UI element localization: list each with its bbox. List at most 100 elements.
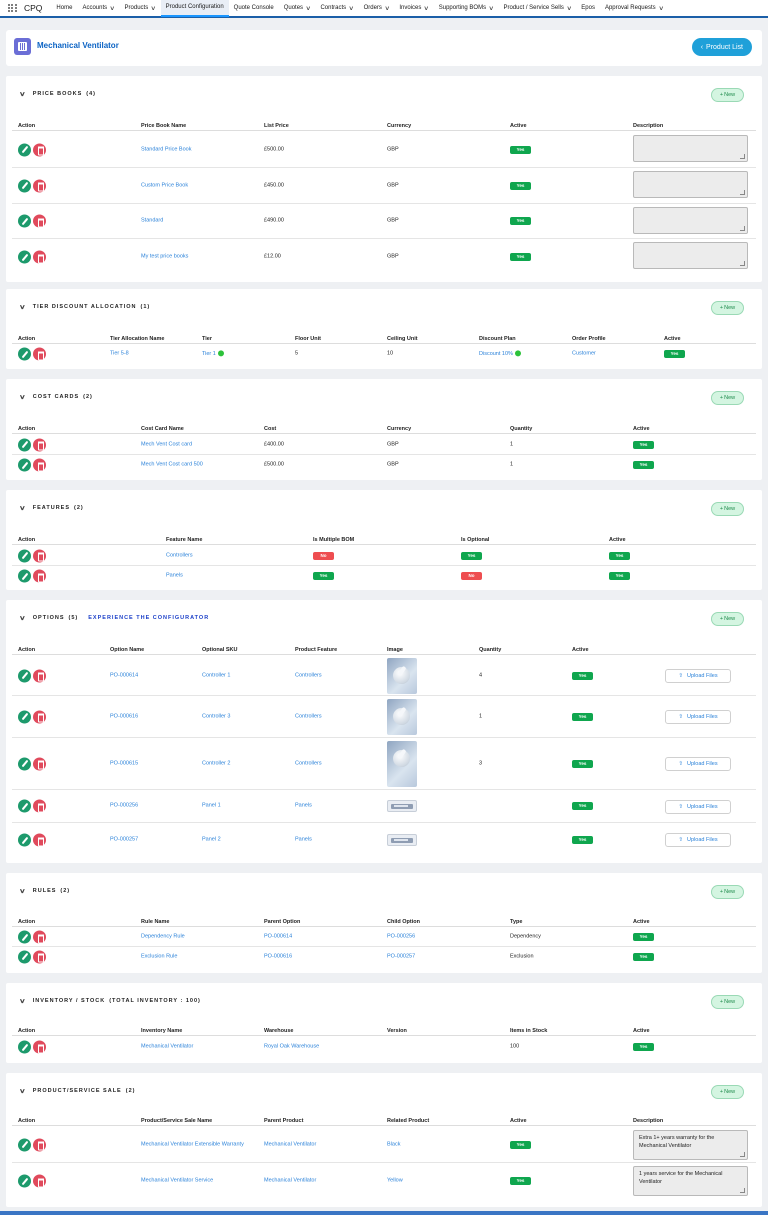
col-floor[interactable]: Floor Unit [295, 336, 321, 343]
price-book-link[interactable]: Standard Price Book [141, 146, 191, 153]
col-currency[interactable]: Currency [387, 123, 411, 130]
chevron-down-icon[interactable]: ∨ [19, 887, 26, 895]
sale-link[interactable]: Mechanical Ventilator Service [141, 1178, 213, 1185]
upload-files-button[interactable]: ⇧ Upload Files [665, 669, 731, 683]
edit-icon[interactable] [18, 1174, 31, 1188]
edit-icon[interactable] [18, 179, 31, 192]
chevron-down-icon[interactable]: ∨ [348, 5, 354, 12]
new-price-book-button[interactable]: + New [711, 88, 744, 102]
upload-files-button[interactable]: ⇧ Upload Files [665, 757, 731, 771]
option-link[interactable]: PO-000615 [110, 760, 138, 767]
chevron-down-icon[interactable]: ∨ [19, 1087, 26, 1095]
col-optional[interactable]: Is Optional [461, 537, 489, 544]
new-rule-button[interactable]: + New [711, 885, 744, 899]
child-option-link[interactable]: PO-000257 [387, 953, 415, 960]
col-description[interactable]: Description [633, 1118, 663, 1125]
col-active[interactable]: Active [510, 1118, 527, 1125]
col-active[interactable]: Active [633, 919, 650, 926]
app-launcher-icon[interactable] [8, 3, 17, 13]
col-name[interactable]: Inventory Name [141, 1028, 182, 1035]
feature-link[interactable]: Panels [166, 573, 183, 580]
delete-icon[interactable] [33, 143, 46, 156]
new-inventory-button[interactable]: + New [711, 995, 744, 1009]
edit-icon[interactable] [18, 710, 31, 723]
chevron-down-icon[interactable]: ∨ [19, 303, 26, 311]
related-product-link[interactable]: Black [387, 1141, 400, 1148]
edit-icon[interactable] [18, 569, 31, 583]
delete-icon[interactable] [33, 438, 46, 451]
delete-icon[interactable] [33, 549, 46, 562]
delete-icon[interactable] [33, 710, 46, 723]
col-profile[interactable]: Order Profile [572, 336, 606, 343]
delete-icon[interactable] [33, 179, 46, 192]
col-child[interactable]: Child Option [387, 919, 420, 926]
col-type[interactable]: Type [510, 919, 522, 926]
col-sku[interactable]: Optional SKU [202, 647, 237, 654]
new-feature-button[interactable]: + New [711, 502, 744, 516]
rule-link[interactable]: Exclusion Rule [141, 953, 177, 960]
upload-files-button[interactable]: ⇧ Upload Files [665, 710, 731, 724]
col-plan[interactable]: Discount Plan [479, 336, 516, 343]
nav-home[interactable]: Home [51, 0, 77, 17]
edit-icon[interactable] [18, 143, 31, 156]
sale-link[interactable]: Mechanical Ventilator Extensible Warrant… [141, 1141, 251, 1148]
edit-icon[interactable] [18, 757, 31, 770]
col-version[interactable]: Version [387, 1028, 407, 1035]
col-name[interactable]: Rule Name [141, 919, 169, 926]
chevron-down-icon[interactable]: ∨ [19, 393, 26, 401]
delete-icon[interactable] [33, 1138, 46, 1151]
new-sale-button[interactable]: + New [711, 1085, 744, 1099]
warehouse-link[interactable]: Royal Oak Warehouse [264, 1044, 319, 1051]
col-name[interactable]: Tier Allocation Name [110, 336, 164, 343]
tier-link[interactable]: Tier 1 [202, 351, 216, 357]
edit-icon[interactable] [18, 833, 31, 847]
price-book-link[interactable]: My test price books [141, 254, 188, 261]
edit-icon[interactable] [18, 950, 31, 963]
delete-icon[interactable] [33, 214, 46, 228]
option-link[interactable]: PO-000257 [110, 837, 138, 844]
delete-icon[interactable] [33, 1040, 46, 1054]
parent-option-link[interactable]: PO-000614 [264, 934, 292, 941]
col-active[interactable]: Active [633, 426, 650, 433]
option-link[interactable]: PO-000256 [110, 803, 138, 810]
rule-link[interactable]: Dependency Rule [141, 934, 185, 941]
option-link[interactable]: PO-000616 [110, 713, 138, 720]
col-quantity[interactable]: Quantity [510, 426, 532, 433]
feature-link[interactable]: Panels [295, 837, 312, 844]
edit-icon[interactable] [18, 214, 31, 228]
col-multiple-bom[interactable]: Is Multiple BOM [313, 537, 354, 544]
col-name[interactable]: Feature Name [166, 537, 202, 544]
new-option-button[interactable]: + New [711, 612, 744, 626]
col-active[interactable]: Active [633, 1028, 650, 1035]
child-option-link[interactable]: PO-000256 [387, 934, 415, 941]
col-active[interactable]: Active [510, 123, 527, 130]
description-field[interactable]: Extra 1+ years warranty for the Mechanic… [633, 1130, 748, 1160]
edit-icon[interactable] [18, 458, 31, 472]
col-feature[interactable]: Product Feature [295, 647, 337, 654]
feature-link[interactable]: Controllers [295, 672, 322, 679]
nav-orders[interactable]: Orders ∨ [359, 0, 395, 17]
delete-icon[interactable] [33, 250, 46, 264]
edit-icon[interactable] [18, 347, 31, 361]
new-cost-card-button[interactable]: + New [711, 391, 744, 405]
option-link[interactable]: PO-000614 [110, 672, 138, 679]
col-warehouse[interactable]: Warehouse [264, 1028, 293, 1035]
nav-approval-requests[interactable]: Approval Requests ∨ [600, 0, 668, 17]
nav-contracts[interactable]: Contracts ∨ [315, 0, 358, 17]
nav-accounts[interactable]: Accounts ∨ [77, 0, 119, 17]
feature-link[interactable]: Controllers [166, 552, 193, 559]
delete-icon[interactable] [33, 347, 46, 361]
chevron-down-icon[interactable]: ∨ [424, 5, 430, 12]
col-parent[interactable]: Parent Option [264, 919, 300, 926]
nav-products[interactable]: Products ∨ [120, 0, 161, 17]
edit-icon[interactable] [18, 250, 31, 264]
sku-link[interactable]: Panel 2 [202, 837, 221, 844]
inventory-link[interactable]: Mechanical Ventilator [141, 1044, 193, 1051]
col-cost[interactable]: Cost [264, 426, 276, 433]
parent-option-link[interactable]: PO-000616 [264, 953, 292, 960]
col-description[interactable]: Description [633, 123, 663, 130]
section-header[interactable]: ∨ RULES (2) [19, 887, 70, 895]
chevron-down-icon[interactable]: ∨ [384, 5, 390, 12]
discount-plan-link[interactable]: Discount 10% [479, 351, 513, 357]
nav-product-service-sells[interactable]: Product / Service Sells ∨ [499, 0, 577, 17]
